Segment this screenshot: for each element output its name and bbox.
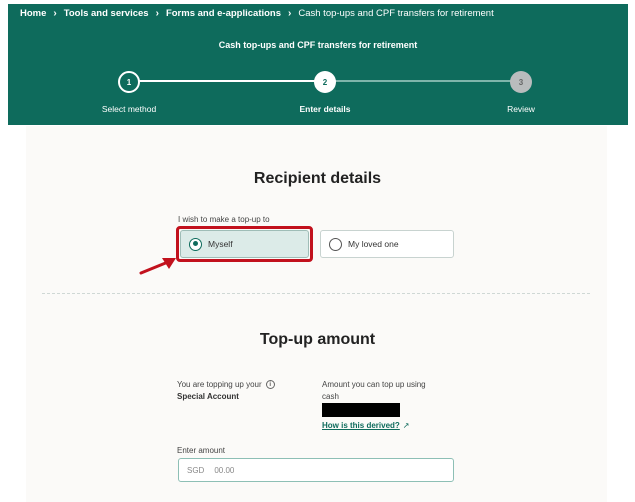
breadcrumb: Home › Tools and services › Forms and e-… [20, 8, 494, 19]
amount-placeholder: 00.00 [214, 465, 235, 475]
redacted-amount [322, 403, 400, 417]
breadcrumb-current: Cash top-ups and CPF transfers for retir… [298, 8, 494, 19]
breadcrumb-home[interactable]: Home [20, 8, 46, 19]
currency-prefix: SGD [187, 465, 205, 475]
limit-label-line1: Amount you can top up using [322, 380, 426, 389]
breadcrumb-forms[interactable]: Forms and e-applications [166, 8, 281, 19]
flow-title: Cash top-ups and CPF transfers for retir… [218, 40, 418, 50]
account-label: You are topping up your i [177, 380, 275, 390]
section-divider [42, 293, 590, 294]
step-2-circle: 2 [314, 71, 336, 93]
how-derived-link[interactable]: How is this derived? ↗ [322, 421, 410, 430]
annotation-highlight-box [176, 226, 313, 262]
chevron-right-icon: › [288, 8, 292, 19]
radio-option-loved-one[interactable]: My loved one [320, 230, 454, 258]
chevron-right-icon: › [155, 8, 159, 19]
how-derived-link-text[interactable]: How is this derived? [322, 421, 400, 430]
amount-input[interactable]: SGD 00.00 [178, 458, 454, 482]
radio-label-loved-one: My loved one [348, 239, 399, 249]
radio-unchecked-icon[interactable] [329, 237, 342, 251]
step-3-circle: 3 [510, 71, 532, 93]
step-3-label: Review [507, 104, 535, 114]
external-link-icon: ↗ [402, 421, 410, 430]
stepper-track-upcoming [332, 80, 512, 82]
chevron-right-icon: › [53, 8, 57, 19]
info-icon[interactable]: i [265, 380, 275, 390]
page-header: Home › Tools and services › Forms and e-… [8, 4, 628, 125]
limit-label-line2: cash [322, 392, 339, 401]
account-label-text: You are topping up your [177, 380, 262, 389]
step-2-label: Enter details [299, 104, 351, 114]
account-name: Special Account [177, 392, 239, 401]
step-1-label: Select method [101, 104, 157, 114]
step-1-circle: 1 [118, 71, 140, 93]
recipient-question: I wish to make a top-up to [178, 215, 270, 224]
arrow-annotation-icon [139, 258, 176, 275]
recipient-heading: Recipient details [253, 170, 382, 187]
stepper-track-completed [129, 80, 315, 82]
enter-amount-label: Enter amount [177, 446, 226, 455]
breadcrumb-tools[interactable]: Tools and services [64, 8, 149, 19]
topup-heading: Top-up amount [259, 331, 376, 348]
